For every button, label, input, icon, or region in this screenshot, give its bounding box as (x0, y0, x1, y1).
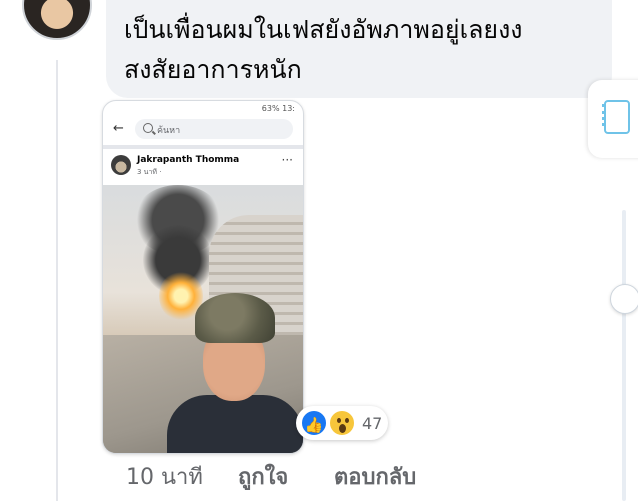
attached-screenshot-image[interactable]: 63% 13: ← ค้นหา Jakrapanth Thomma 3 นาที… (102, 100, 304, 454)
like-button[interactable]: ถูกใจ (238, 459, 288, 494)
post-meta: 3 นาที · (137, 168, 162, 176)
post-photo (103, 185, 303, 453)
wow-mouth (339, 424, 346, 433)
reaction-summary[interactable]: 👍 47 (296, 406, 388, 440)
post-author-name: Jakrapanth Thomma (137, 155, 240, 165)
comment-text-line-2: สงสัยอาการหนัก (124, 55, 302, 84)
ticks-icon (602, 104, 611, 126)
commenter-avatar[interactable] (22, 0, 92, 40)
thread-line (56, 60, 58, 501)
reaction-count: 47 (362, 414, 383, 433)
search-placeholder: ค้นหา (157, 126, 181, 136)
comment-text: เป็นเพื่อนผมในเฟสยังอัพภาพอยู่เลยงง สงสั… (124, 10, 594, 90)
comment-text-line-1: เป็นเพื่อนผมในเฟสยังอัพภาพอยู่เลยงง (124, 15, 523, 44)
wow-reaction-icon (328, 409, 356, 437)
wow-eye (345, 418, 349, 423)
wow-eye (337, 418, 341, 423)
helmet-shape (195, 293, 275, 343)
search-icon (143, 123, 153, 133)
back-arrow-icon: ← (113, 121, 124, 136)
comment-timestamp[interactable]: 10 นาที (126, 459, 203, 494)
like-reaction-icon: 👍 (300, 409, 328, 437)
search-box: ค้นหา (135, 119, 293, 139)
post-author-avatar (111, 155, 131, 175)
scrollbar-thumb[interactable] (610, 284, 638, 314)
reply-button[interactable]: ตอบกลับ (334, 459, 416, 494)
scrollbar-track[interactable] (622, 210, 626, 501)
more-options-icon: ··· (281, 153, 293, 167)
status-bar: 63% 13: (261, 104, 295, 113)
divider (103, 145, 303, 149)
person-body-shape (167, 395, 303, 453)
